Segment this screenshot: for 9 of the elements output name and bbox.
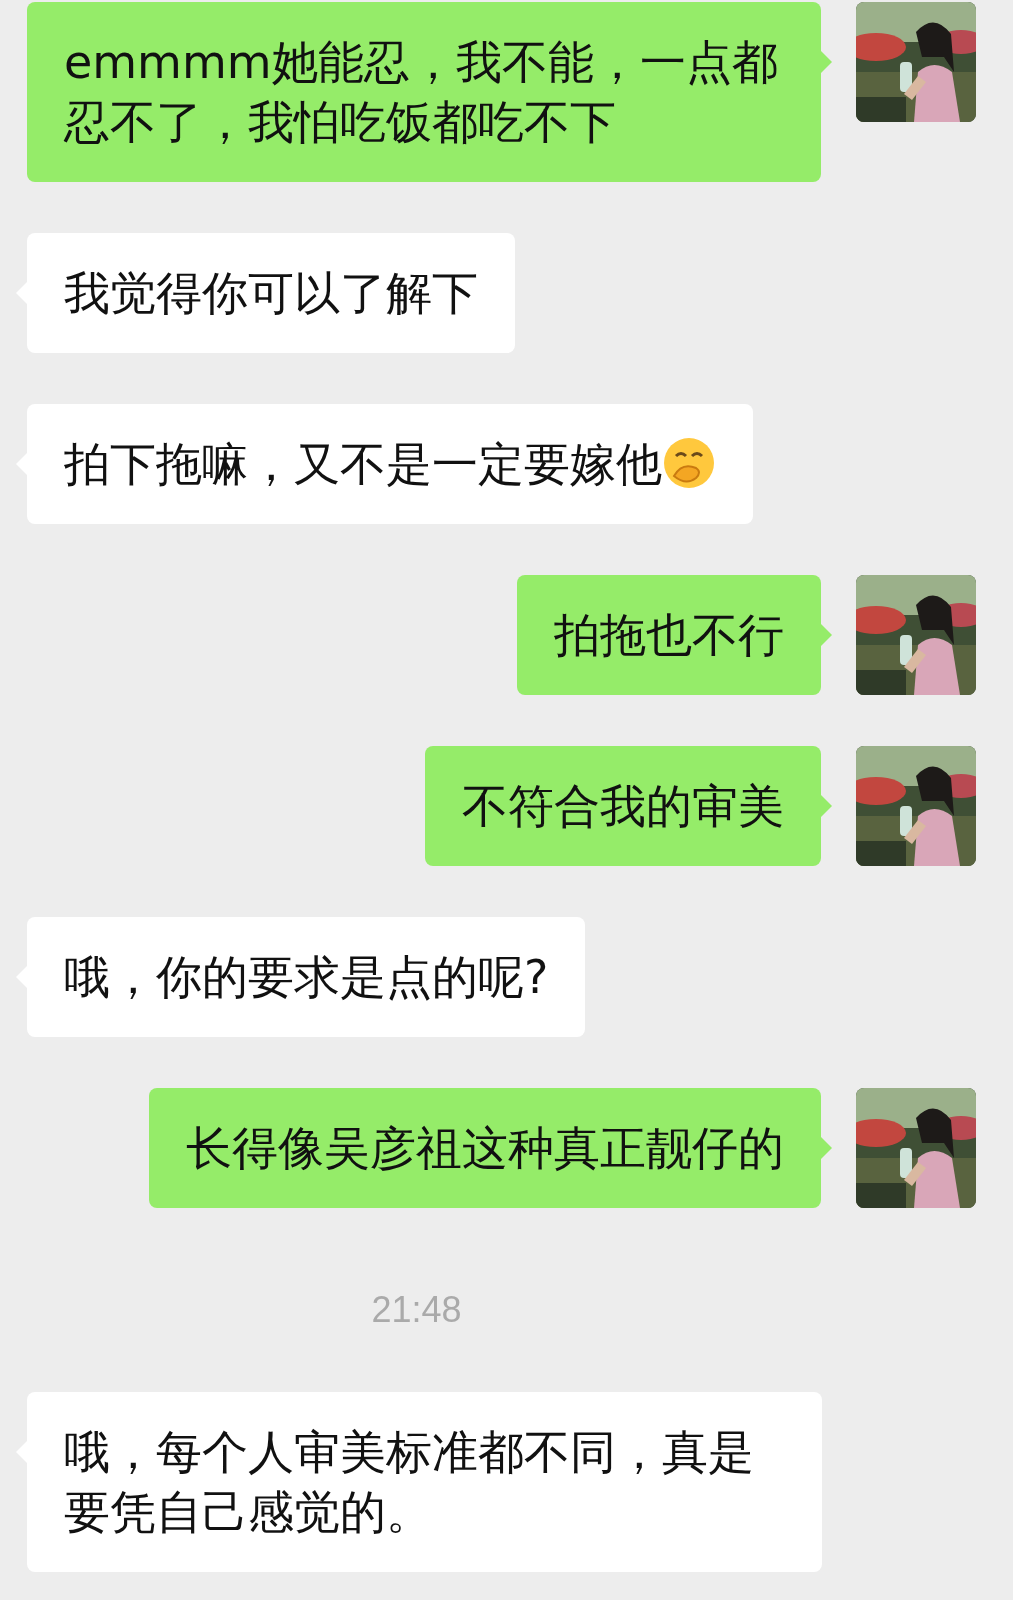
message-bubble: 哦，每个人审美标准都不同，真是要凭自己感觉的。 [27, 1392, 822, 1572]
message-bubble: 长得像吴彦祖这种真正靓仔的 [149, 1088, 821, 1208]
message-bubble: emmmm她能忍，我不能，一点都忍不了，我怕吃饭都吃不下 [27, 2, 821, 182]
message-bubble: 拍拖也不行 [517, 575, 821, 695]
timestamp: 21:48 [371, 1289, 462, 1331]
message-bubble: 拍下拖嘛，又不是一定要嫁他 [27, 404, 753, 524]
message-bubble: 不符合我的审美 [425, 746, 821, 866]
message-bubble: 哦，你的要求是点的呢? [27, 917, 586, 1037]
message-bubble: 我觉得你可以了解下 [27, 233, 515, 353]
